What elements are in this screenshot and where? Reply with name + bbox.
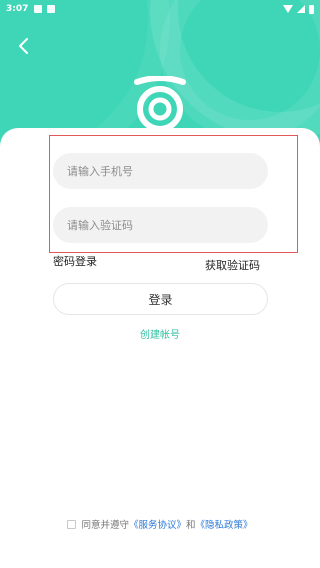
agree-checkbox[interactable] (67, 519, 77, 529)
get-code-link[interactable]: 获取验证码 (205, 257, 260, 273)
battery-icon (309, 4, 314, 14)
phone-input[interactable] (53, 153, 268, 189)
notification-icon (47, 5, 56, 13)
agreement-row: 同意并遵守 《服务协议》 和 《隐私政策》 (0, 517, 320, 531)
wifi-icon (283, 5, 293, 13)
verification-code-input[interactable] (53, 207, 268, 243)
login-button[interactable]: 登录 (53, 283, 268, 315)
chevron-left-icon[interactable] (14, 36, 34, 56)
create-account-link[interactable]: 创建帐号 (0, 326, 320, 341)
agreement-and: 和 (186, 520, 196, 531)
status-time: 3:07 (6, 4, 29, 14)
image-icon (34, 5, 43, 13)
password-login-link[interactable]: 密码登录 (53, 253, 97, 269)
app-logo (134, 76, 186, 132)
privacy-policy-link[interactable]: 《隐私政策》 (196, 517, 253, 531)
agreement-prefix: 同意并遵守 (81, 520, 129, 531)
signal-icon (297, 5, 305, 13)
service-agreement-link[interactable]: 《服务协议》 (129, 517, 186, 531)
status-bar: 3:07 (0, 0, 320, 18)
